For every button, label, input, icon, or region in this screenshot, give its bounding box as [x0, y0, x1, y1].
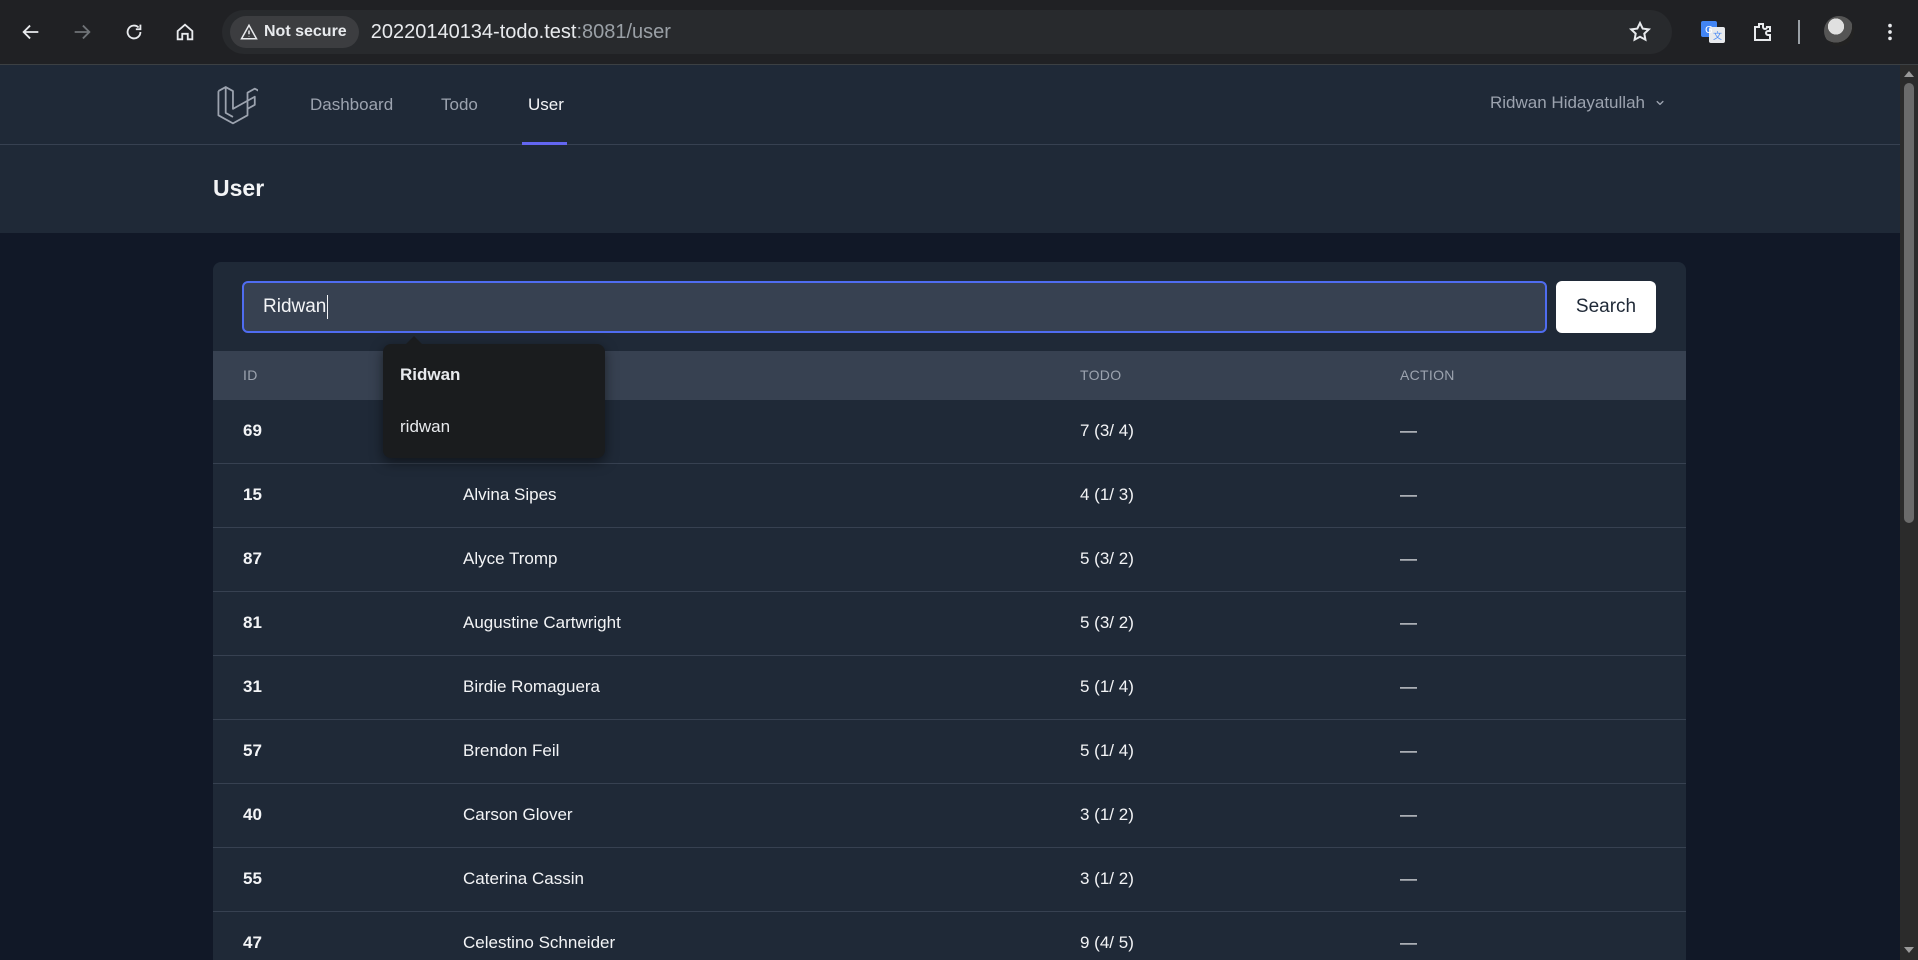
cell-todo: 4 (1/ 3): [1080, 485, 1134, 504]
warning-icon: [240, 23, 258, 40]
profile-avatar[interactable]: [1824, 16, 1854, 46]
cell-id: 69: [243, 421, 262, 440]
column-header-action: ACTION: [1400, 367, 1455, 383]
table-row: 15 Alvina Sipes 4 (1/ 3) —: [213, 464, 1686, 528]
nav-dashboard[interactable]: Dashboard: [310, 95, 393, 115]
url-path: :8081/user: [576, 20, 671, 43]
cell-id: 55: [243, 869, 262, 888]
cell-id: 81: [243, 613, 262, 632]
text-caret: [327, 295, 329, 319]
page-title: User: [213, 175, 265, 201]
table-row: 40 Carson Glover 3 (1/ 2) —: [213, 784, 1686, 848]
svg-text:G: G: [1705, 25, 1713, 36]
address-bar[interactable]: Not secure 20220140134-todo.test:8081/us…: [222, 10, 1672, 54]
reload-icon[interactable]: [116, 14, 152, 50]
svg-text:文: 文: [1713, 30, 1722, 42]
cell-name: Celestino Schneider: [463, 933, 616, 952]
search-input-value: Ridwan: [263, 296, 327, 317]
cell-todo: 5 (3/ 2): [1080, 613, 1134, 632]
cell-todo: 5 (3/ 2): [1080, 549, 1134, 568]
cell-id: 57: [243, 741, 262, 760]
cell-action: —: [1400, 677, 1417, 696]
autocomplete-option[interactable]: ridwan: [400, 417, 450, 437]
back-icon[interactable]: [13, 14, 49, 50]
forward-icon[interactable]: [64, 14, 100, 50]
cell-action: —: [1400, 741, 1417, 760]
security-chip[interactable]: Not secure: [230, 16, 359, 48]
search-input[interactable]: Ridwan: [242, 281, 1547, 333]
cell-name: Carson Glover: [463, 805, 573, 824]
autocomplete-option[interactable]: Ridwan: [400, 365, 460, 385]
cell-todo: 9 (4/ 5): [1080, 933, 1134, 952]
extensions-puzzle-icon[interactable]: [1746, 16, 1778, 48]
table-row: 55 Caterina Cassin 3 (1/ 2) —: [213, 848, 1686, 912]
cell-name: Alvina Sipes: [463, 485, 557, 504]
cell-id: 40: [243, 805, 262, 824]
autocomplete-dropdown: Ridwan ridwan: [383, 336, 605, 458]
cell-id: 15: [243, 485, 262, 504]
cell-id: 87: [243, 549, 262, 568]
page-scrollbar[interactable]: [1900, 65, 1918, 960]
url-host: 20220140134-todo.test: [370, 20, 577, 43]
user-dropdown[interactable]: Ridwan Hidayatullah: [1490, 93, 1667, 113]
more-menu-icon[interactable]: [1874, 16, 1906, 48]
chevron-down-icon: [1656, 100, 1664, 106]
cell-action: —: [1400, 421, 1417, 440]
scroll-up-arrow-icon[interactable]: [1904, 71, 1914, 77]
column-header-id: ID: [243, 367, 258, 383]
table-row: 57 Brendon Feil 5 (1/ 4) —: [213, 720, 1686, 784]
table-row: 81 Augustine Cartwright 5 (3/ 2) —: [213, 592, 1686, 656]
cell-name: Caterina Cassin: [463, 869, 584, 888]
laravel-logo-icon[interactable]: [216, 83, 263, 125]
scrollbar-thumb[interactable]: [1904, 83, 1914, 523]
translate-extension-icon[interactable]: G文: [1697, 16, 1729, 48]
cell-name: Brendon Feil: [463, 741, 560, 760]
nav-todo[interactable]: Todo: [441, 95, 478, 115]
browser-toolbar: Not secure 20220140134-todo.test:8081/us…: [0, 0, 1918, 65]
home-icon[interactable]: [167, 14, 203, 50]
cell-action: —: [1400, 485, 1417, 504]
cell-todo: 5 (1/ 4): [1080, 741, 1134, 760]
cell-action: —: [1400, 933, 1417, 952]
table-row: 31 Birdie Romaguera 5 (1/ 4) —: [213, 656, 1686, 720]
url-text: 20220140134-todo.test:8081/user: [371, 21, 671, 44]
table-row: 87 Alyce Tromp 5 (3/ 2) —: [213, 528, 1686, 592]
cell-id: 31: [243, 677, 262, 696]
search-button[interactable]: Search: [1556, 281, 1656, 333]
cell-name: Birdie Romaguera: [463, 677, 601, 696]
cell-name: Augustine Cartwright: [463, 613, 621, 632]
app-navbar: Dashboard Todo User Ridwan Hidayatullah: [0, 65, 1900, 145]
user-name: Ridwan Hidayatullah: [1490, 93, 1645, 112]
page-header: User: [0, 145, 1900, 233]
cell-todo: 3 (1/ 2): [1080, 805, 1134, 824]
table-row: 47 Celestino Schneider 9 (4/ 5) —: [213, 912, 1686, 960]
cell-action: —: [1400, 613, 1417, 632]
nav-user[interactable]: User: [528, 95, 564, 115]
cell-todo: 5 (1/ 4): [1080, 677, 1134, 696]
cell-todo: 7 (3/ 4): [1080, 421, 1134, 440]
cell-action: —: [1400, 805, 1417, 824]
toolbar-divider: [1798, 20, 1800, 44]
scroll-down-arrow-icon[interactable]: [1904, 947, 1914, 953]
column-header-todo: TODO: [1080, 367, 1122, 383]
bookmark-star-icon[interactable]: [1628, 20, 1652, 44]
cell-id: 47: [243, 933, 262, 952]
security-label: Not secure: [264, 23, 347, 40]
cell-action: —: [1400, 549, 1417, 568]
cell-todo: 3 (1/ 2): [1080, 869, 1134, 888]
cell-name: Alyce Tromp: [463, 549, 558, 568]
cell-action: —: [1400, 869, 1417, 888]
